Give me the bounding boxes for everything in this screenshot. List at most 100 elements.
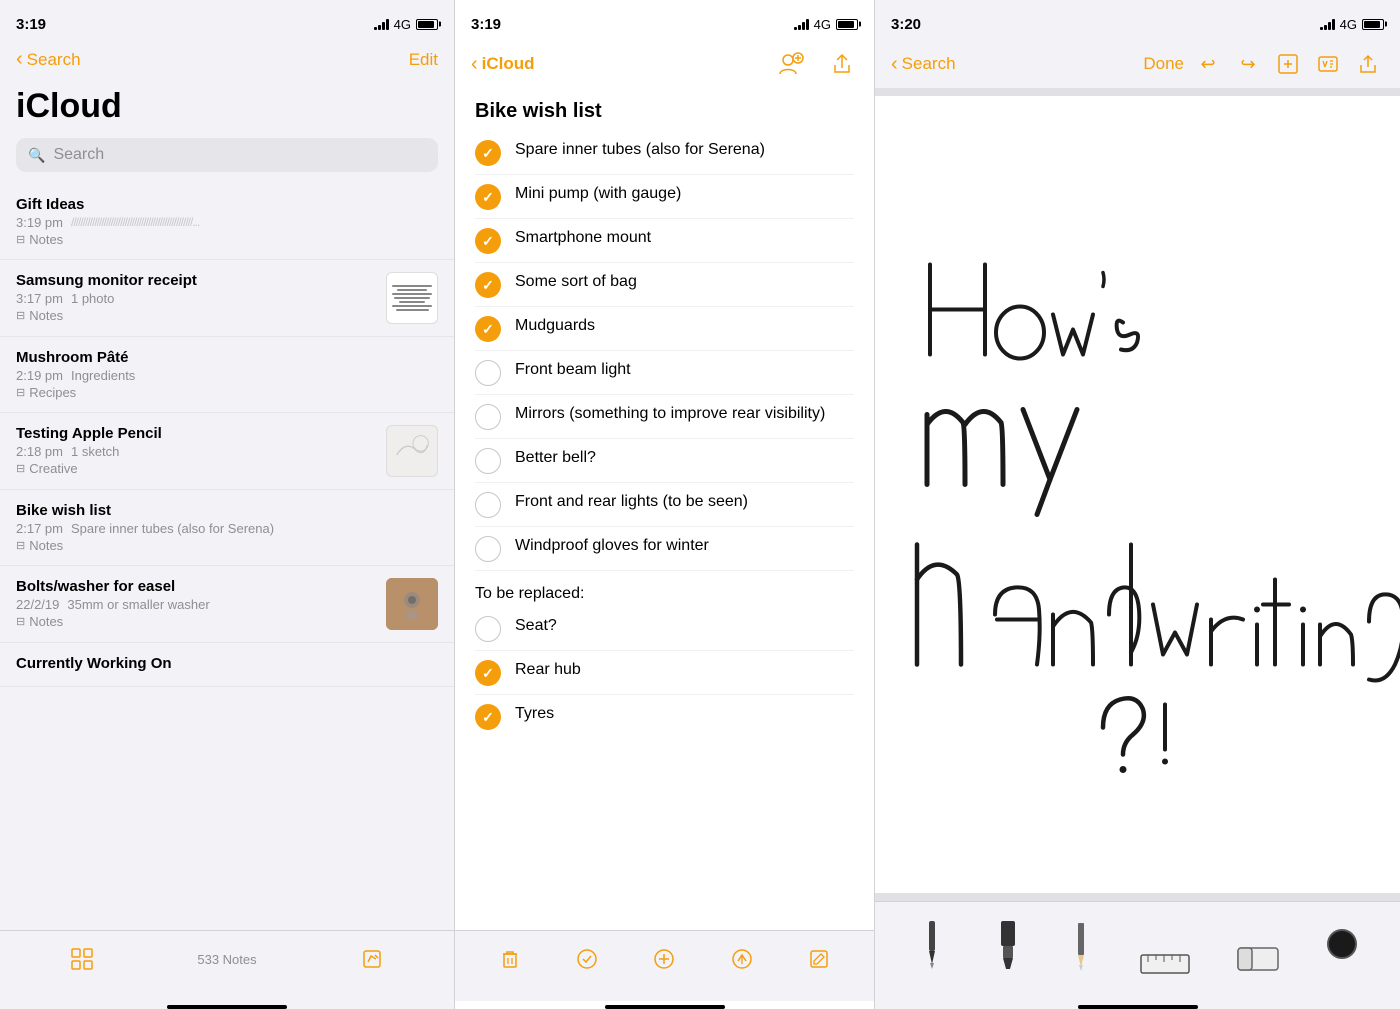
note-content: Bolts/washer for easel 22/2/19 35mm or s… [16,578,374,629]
edit-button[interactable]: Edit [409,50,438,70]
check-circle-checked: ✓ [475,228,501,254]
check-circle-unchecked [475,492,501,518]
gallery-icon [71,948,93,970]
note-title: Mushroom Pâté [16,349,438,366]
check-label: Smartphone mount [515,227,854,249]
done-button[interactable]: Done [1143,54,1184,74]
list-item[interactable]: Currently Working On [0,643,454,687]
share-button-middle[interactable] [826,48,858,80]
pen-tool[interactable] [918,914,946,974]
add-person-icon [776,50,804,78]
check-circle-checked: ✓ [475,660,501,686]
share-button-right[interactable] [1352,48,1384,80]
search-bar[interactable]: 🔍 Search [16,138,438,172]
gallery-button[interactable] [64,941,100,977]
list-item[interactable]: Bolts/washer for easel 22/2/19 35mm or s… [0,566,454,643]
trash-icon [499,948,521,970]
list-item[interactable]: Mushroom Pâté 2:19 pm Ingredients ⊟ Reci… [0,337,454,413]
eraser-tool[interactable] [1236,914,1280,974]
add-button-middle[interactable] [646,941,682,977]
note-folder: ⊟ Creative [16,461,374,476]
add-person-button[interactable] [774,48,806,80]
drawing-area[interactable] [875,96,1400,893]
format-button[interactable] [1312,48,1344,80]
status-bar-right: 3:20 4G [875,0,1400,44]
pencil-tool[interactable] [1069,914,1093,974]
check-item-checked[interactable]: ✓ Rear hub [475,651,854,695]
bottom-bar-left: 533 Notes [0,930,454,1001]
separator-top [875,88,1400,96]
note-preview: Spare inner tubes (also for Serena) [71,521,274,536]
check-item-checked[interactable]: ✓ Mini pump (with gauge) [475,175,854,219]
note-folder: ⊟ Notes [16,614,374,629]
note-preview: 1 photo [71,291,114,306]
back-label-left: Search [27,50,81,70]
signal-icon [1320,18,1335,30]
status-bar-middle: 3:19 4G [455,0,874,44]
compose-button[interactable] [354,941,390,977]
folder-icon: ⊟ [16,309,25,322]
compose-button-middle[interactable] [801,941,837,977]
drawing-toolbar [875,901,1400,1001]
folder-name: Notes [29,308,63,323]
check-item-unchecked[interactable]: Mirrors (something to improve rear visib… [475,395,854,439]
back-label-right: Search [902,54,956,74]
check-label: Some sort of bag [515,271,854,293]
battery-icon [836,19,858,30]
note-content: Bike wish list 2:17 pm Spare inner tubes… [16,502,438,553]
folder-name: Recipes [29,385,76,400]
check-circle-checked: ✓ [475,140,501,166]
separator-bottom [875,893,1400,901]
checkmark-icon: ✓ [482,321,494,338]
check-item-checked[interactable]: ✓ Spare inner tubes (also for Serena) [475,131,854,175]
note-thumbnail [386,578,438,630]
undo-button[interactable]: ↩ [1192,48,1224,80]
home-indicator-left [167,1005,287,1009]
search-placeholder: Search [53,146,104,164]
folder-icon: ⊟ [16,462,25,475]
check-item-unchecked[interactable]: Front beam light [475,351,854,395]
drawing-panel: 3:20 4G ‹ Search Done ↩ ↪ [875,0,1400,1009]
time-right: 3:20 [891,16,921,33]
trash-button[interactable] [492,941,528,977]
list-item[interactable]: Gift Ideas 3:19 pm /////////////////////… [0,184,454,260]
note-preview: 35mm or smaller washer [67,597,209,612]
ruler-tool[interactable] [1140,914,1190,974]
photo-preview [386,578,438,630]
format-icon [1317,53,1339,75]
send-button[interactable] [724,941,760,977]
note-meta: 22/2/19 35mm or smaller washer [16,597,374,612]
folder-name: Notes [29,232,63,247]
back-button-middle[interactable]: ‹ iCloud [471,53,535,76]
search-icon: 🔍 [28,147,45,164]
check-item-unchecked[interactable]: Windproof gloves for winter [475,527,854,571]
marker-tool[interactable] [993,914,1023,974]
back-button-right[interactable]: ‹ Search [891,53,956,76]
color-picker[interactable] [1327,929,1357,959]
redo-button[interactable]: ↪ [1232,48,1264,80]
check-item-checked[interactable]: ✓ Some sort of bag [475,263,854,307]
add-note-button[interactable] [1272,48,1304,80]
check-item-unchecked[interactable]: Seat? [475,607,854,651]
home-indicator-middle [605,1005,725,1009]
check-item-unchecked[interactable]: Better bell? [475,439,854,483]
note-meta: 2:19 pm Ingredients [16,368,438,383]
list-item[interactable]: Testing Apple Pencil 2:18 pm 1 sketch ⊟ … [0,413,454,490]
checklist-button[interactable] [569,941,605,977]
list-item[interactable]: Bike wish list 2:17 pm Spare inner tubes… [0,490,454,566]
list-item[interactable]: Samsung monitor receipt 3:17 pm 1 photo … [0,260,454,337]
folder-name: Notes [29,614,63,629]
check-item-unchecked[interactable]: Front and rear lights (to be seen) [475,483,854,527]
check-item-checked[interactable]: ✓ Smartphone mount [475,219,854,263]
check-item-checked[interactable]: ✓ Tyres [475,695,854,738]
back-button-left[interactable]: ‹ Search [16,48,81,71]
check-item-checked[interactable]: ✓ Mudguards [475,307,854,351]
note-preview: 1 sketch [71,444,119,459]
ruler-icon [1140,954,1190,974]
signal-icon [374,18,389,30]
checkmark-icon: ✓ [482,277,494,294]
share-icon-right [1357,53,1379,75]
note-time: 22/2/19 [16,597,59,612]
nav-icons-middle [774,48,858,80]
note-meta: 2:17 pm Spare inner tubes (also for Sere… [16,521,438,536]
